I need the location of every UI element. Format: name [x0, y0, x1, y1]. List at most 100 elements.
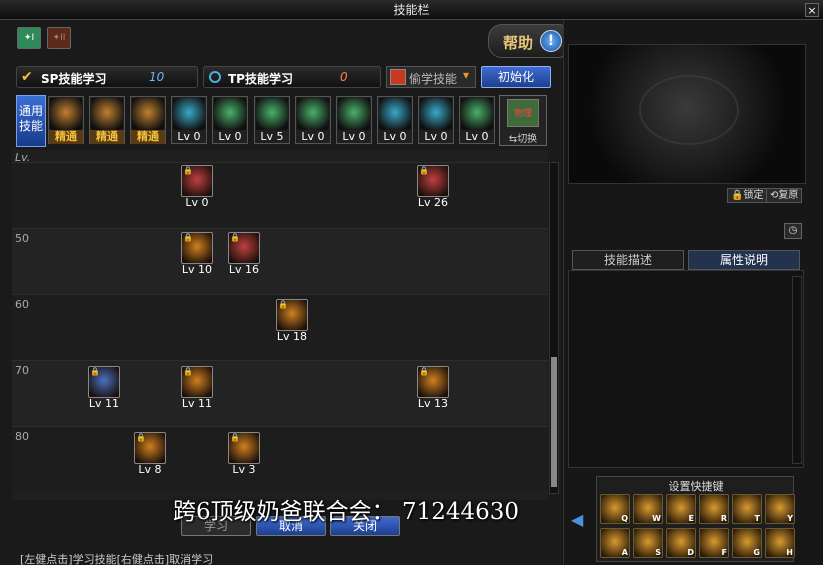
quickslot[interactable]: E [666, 494, 696, 524]
tree-scrollbar-thumb[interactable] [551, 357, 557, 487]
skill-icon [420, 98, 452, 130]
skill-level: Lv 0 [465, 130, 489, 143]
tree-skill-icon: 🔒 [181, 165, 213, 197]
clock-icon[interactable]: ◷ [784, 223, 802, 239]
skill-common-4[interactable]: Lv 0 [171, 96, 207, 144]
skill-icon [297, 98, 329, 130]
preview-emblem [639, 75, 739, 145]
skill-common-5[interactable]: Lv 0 [212, 96, 248, 144]
skill-common-9[interactable]: Lv 0 [377, 96, 413, 144]
quickslot[interactable]: W [633, 494, 663, 524]
skill-level: Lv 0 [218, 130, 242, 143]
quickslot-key: H [786, 548, 793, 557]
tree-skill-node[interactable]: 🔒 Lv 26 [416, 164, 450, 212]
quickslot[interactable]: R [699, 494, 729, 524]
tree-skill-icon: 🔒 [276, 299, 308, 331]
help-button[interactable]: 帮助 ! [488, 24, 564, 58]
tab-attribute-description[interactable]: 属性说明 [688, 250, 800, 270]
tree-skill-level: Lv 0 [185, 196, 209, 209]
tree-skill-node[interactable]: 🔒 Lv 10 [180, 231, 214, 279]
quickslot[interactable]: Y [765, 494, 795, 524]
skill-common-11[interactable]: Lv 0 [459, 96, 495, 144]
lock-icon: 🔒 [419, 166, 429, 175]
row-level-label: 80 [15, 430, 29, 443]
quickslot[interactable]: F [699, 528, 729, 558]
quickslot[interactable]: H [765, 528, 795, 558]
tree-row: 80 [12, 426, 548, 492]
skill-level: Lv 0 [424, 130, 448, 143]
lock-icon: 🔒 [90, 367, 100, 376]
lock-icon: 🔒 [230, 433, 240, 442]
lock-icon: 🔒 [278, 300, 288, 309]
skill-common-8[interactable]: Lv 0 [336, 96, 372, 144]
swap-icon: 物理 [507, 99, 539, 127]
tree-skill-icon: 🔒 [417, 165, 449, 197]
tree-skill-node[interactable]: 🔒 Lv 11 [180, 365, 214, 413]
swap-button[interactable]: 物理 ⇆切换 [499, 95, 547, 146]
tab-class-2[interactable]: ✦II [47, 27, 71, 49]
tree-skill-node[interactable]: 🔒 Lv 11 [87, 365, 121, 413]
tree-row: 50 [12, 228, 548, 294]
quickslot[interactable]: D [666, 528, 696, 558]
row-level-label: 50 [15, 232, 29, 245]
quickslot[interactable]: T [732, 494, 762, 524]
steal-skill-dropdown[interactable]: 偷学技能 ▾ [386, 66, 476, 88]
quickslot[interactable]: A [600, 528, 630, 558]
tab-class-1[interactable]: ✦I [17, 27, 41, 49]
tree-skill-icon: 🔒 [228, 232, 260, 264]
skill-level: 精通 [90, 130, 124, 144]
skill-common-2[interactable]: 精通 [89, 96, 125, 144]
quickslot-title: 设置快捷键 [668, 480, 724, 493]
tree-row [12, 162, 548, 228]
reset-skills-button[interactable]: 初始化 [481, 66, 551, 88]
skill-common-1[interactable]: 精通 [48, 96, 84, 144]
skill-common-7[interactable]: Lv 0 [295, 96, 331, 144]
sp-bar: ✔ SP技能学习 10 [16, 66, 198, 88]
tree-skill-node[interactable]: 🔒 Lv 8 [133, 431, 167, 479]
lock-icon: 🔒 [230, 233, 240, 242]
tree-skill-node[interactable]: 🔒 Lv 3 [227, 431, 261, 479]
tree-skill-node[interactable]: 🔒 Lv 18 [275, 298, 309, 346]
quickslot[interactable]: S [633, 528, 663, 558]
reset-preview-button[interactable]: ⟲复原 [766, 188, 803, 203]
overlay-text: 跨6顶级奶爸联合会： 71244630 [173, 499, 520, 525]
tree-skill-icon: 🔒 [181, 232, 213, 264]
window-titlebar[interactable]: 技能栏 × [0, 0, 823, 20]
swap-label-text: 切换 [517, 134, 538, 145]
skill-common-6[interactable]: Lv 5 [254, 96, 290, 144]
description-scrollbar[interactable] [792, 276, 802, 464]
tp-label: TP技能学习 [228, 72, 293, 86]
tree-skill-node[interactable]: 🔒 Lv 13 [416, 365, 450, 413]
tree-skill-icon: 🔒 [134, 432, 166, 464]
lock-icon: 🔒 [136, 433, 146, 442]
lock-label: 锁定 [743, 190, 764, 201]
skill-level: Lv 0 [177, 130, 201, 143]
row-level-label: 60 [15, 298, 29, 311]
quickslot-key: G [753, 548, 760, 557]
tree-skill-node[interactable]: 🔒 Lv 16 [227, 231, 261, 279]
tree-skill-node[interactable]: 🔒 Lv 0 [180, 164, 214, 212]
level-header: Lv. [15, 151, 31, 164]
tree-scrollbar[interactable] [549, 162, 559, 494]
quickslot[interactable]: G [732, 528, 762, 558]
skill-tree: Lv. 50 60 70 80 🔒 Lv 0 🔒 Lv 26 🔒 Lv 10 🔒 Lv 16 🔒 Lv … [12, 150, 548, 500]
sp-label: SP技能学习 [41, 72, 107, 86]
skill-common-3[interactable]: 精通 [130, 96, 166, 144]
close-window-button[interactable]: × [805, 3, 819, 17]
quickslot[interactable]: Q [600, 494, 630, 524]
tree-skill-icon: 🔒 [181, 366, 213, 398]
help-icon: ! [540, 30, 562, 52]
skill-common-10[interactable]: Lv 0 [418, 96, 454, 144]
tab-skill-description[interactable]: 技能描述 [572, 250, 684, 270]
quickslot-panel: 设置快捷键 Q W E R T Y A S D F G H [596, 476, 795, 562]
sp-check-icon: ✔ [21, 69, 33, 85]
quick-left-arrow-icon[interactable]: ◀ [571, 510, 583, 529]
skill-level: 精通 [131, 130, 165, 144]
skill-icon [50, 98, 82, 130]
tab-class-1-label: I [31, 33, 35, 43]
tp-bar: TP技能学习 0 [203, 66, 381, 88]
lock-button[interactable]: 🔒锁定 [727, 188, 768, 203]
skill-icon [461, 98, 493, 130]
tree-skill-level: Lv 18 [276, 330, 308, 343]
steal-skill-label: 偷学技能 [409, 72, 458, 86]
